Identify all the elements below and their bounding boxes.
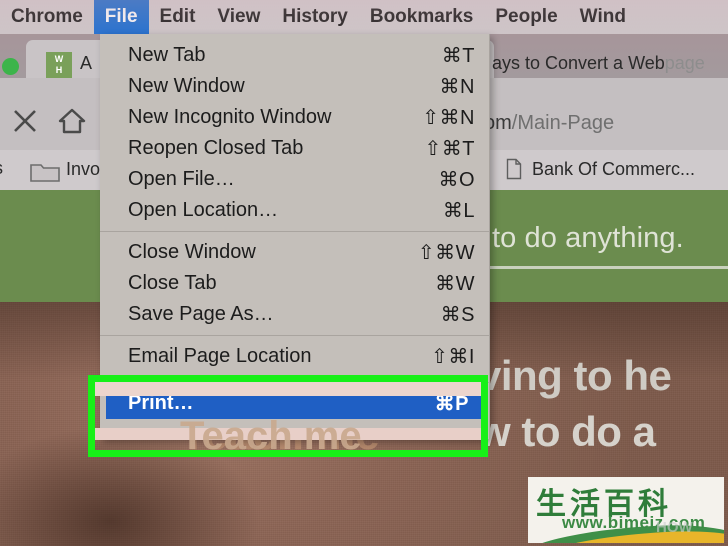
home-icon[interactable]	[58, 108, 86, 134]
menu-separator-1	[100, 231, 489, 232]
menu-item-shortcut: ⌘N	[439, 76, 475, 98]
menu-item-shortcut: ⇧⌘W	[417, 242, 475, 264]
bookmark-folder-label[interactable]: Invo	[66, 159, 100, 180]
menu-item-open-location[interactable]: Open Location… ⌘L	[100, 195, 489, 226]
menu-item-open-file[interactable]: Open File… ⌘O	[100, 164, 489, 195]
browser-tab-title: A	[80, 53, 92, 74]
page-green-band-rule	[488, 266, 728, 269]
annotation-highlight-box	[88, 375, 488, 457]
wikihow-favicon: W H	[46, 52, 72, 78]
menu-item-label: Email Page Location	[128, 345, 312, 367]
macos-menu-bar: Chrome File Edit View History Bookmarks …	[0, 0, 728, 34]
menu-item-label: New Tab	[128, 44, 206, 66]
menu-item-shortcut: ⌘T	[441, 45, 475, 67]
url-path-part: /Main-Page	[511, 112, 615, 134]
menu-item-shortcut: ⇧⌘I	[431, 346, 475, 368]
tab-title-right-text: ays to Convert a Web	[492, 53, 665, 73]
menu-item-label: New Window	[128, 75, 245, 97]
menubar-item-edit[interactable]: Edit	[149, 0, 207, 34]
menu-item-shortcut: ⌘S	[440, 304, 475, 326]
favicon-letter-w: W	[54, 54, 64, 64]
bookmark-bank-of-commerce[interactable]: Bank Of Commerc...	[532, 159, 695, 180]
menubar-item-people[interactable]: People	[484, 0, 568, 34]
address-bar-text[interactable]: om/Main-Page	[484, 112, 614, 135]
page-headline-line-1: ving to he	[478, 352, 672, 399]
menu-item-shortcut: ⇧⌘N	[422, 107, 475, 129]
menu-item-label: Reopen Closed Tab	[128, 137, 304, 159]
menubar-item-view[interactable]: View	[206, 0, 271, 34]
menubar-item-file[interactable]: File	[93, 0, 149, 34]
menubar-item-history[interactable]: History	[271, 0, 358, 34]
menubar-item-bookmarks[interactable]: Bookmarks	[359, 0, 485, 34]
folder-icon[interactable]	[30, 160, 60, 182]
menubar-item-chrome[interactable]: Chrome	[0, 0, 94, 34]
menu-item-label: Open Location…	[128, 199, 279, 221]
menu-item-save-page-as[interactable]: Save Page As… ⌘S	[100, 299, 489, 330]
menu-item-label: Open File…	[128, 168, 235, 190]
stop-icon[interactable]	[12, 108, 38, 134]
document-icon	[506, 158, 522, 180]
menu-item-new-tab[interactable]: New Tab ⌘T	[100, 40, 489, 71]
bookmark-truncated-left[interactable]: s	[0, 158, 3, 179]
menu-item-label: Save Page As…	[128, 303, 274, 325]
menu-item-shortcut: ⌘L	[442, 200, 475, 222]
menu-item-shortcut: ⌘W	[435, 273, 475, 295]
menu-item-label: New Incognito Window	[128, 106, 332, 128]
menu-item-close-window[interactable]: Close Window ⇧⌘W	[100, 237, 489, 268]
menu-item-email-page-location[interactable]: Email Page Location ⇧⌘I	[100, 341, 489, 372]
menu-item-new-incognito-window[interactable]: New Incognito Window ⇧⌘N	[100, 102, 489, 133]
tab-title-left: A	[80, 53, 93, 73]
page-green-band-text: to do anything.	[492, 222, 684, 254]
favicon-letter-h: H	[55, 65, 63, 75]
window-zoom-button[interactable]	[2, 58, 19, 75]
page-headline-line-2: w to do a	[478, 408, 656, 455]
menu-item-new-window[interactable]: New Window ⌘N	[100, 71, 489, 102]
screenshot-root: to do anything. Teach me ving to he w to…	[0, 0, 728, 546]
watermark: 生活百科 www.bimeiz.com HOW	[528, 477, 724, 543]
menu-item-reopen-closed-tab[interactable]: Reopen Closed Tab ⇧⌘T	[100, 133, 489, 164]
menu-separator-2	[100, 335, 489, 336]
browser-tab-title-right: ays to Convert a Webpage	[492, 53, 705, 74]
menu-item-label: Close Window	[128, 241, 256, 263]
watermark-ghost-how: HOW	[656, 519, 693, 536]
menu-item-label: Close Tab	[128, 272, 217, 294]
menu-item-shortcut: ⌘O	[438, 169, 475, 191]
tab-title-right-dim: page	[664, 53, 705, 73]
menubar-item-window[interactable]: Wind	[569, 0, 637, 34]
menu-item-shortcut: ⇧⌘T	[424, 138, 475, 160]
menu-item-close-tab[interactable]: Close Tab ⌘W	[100, 268, 489, 299]
